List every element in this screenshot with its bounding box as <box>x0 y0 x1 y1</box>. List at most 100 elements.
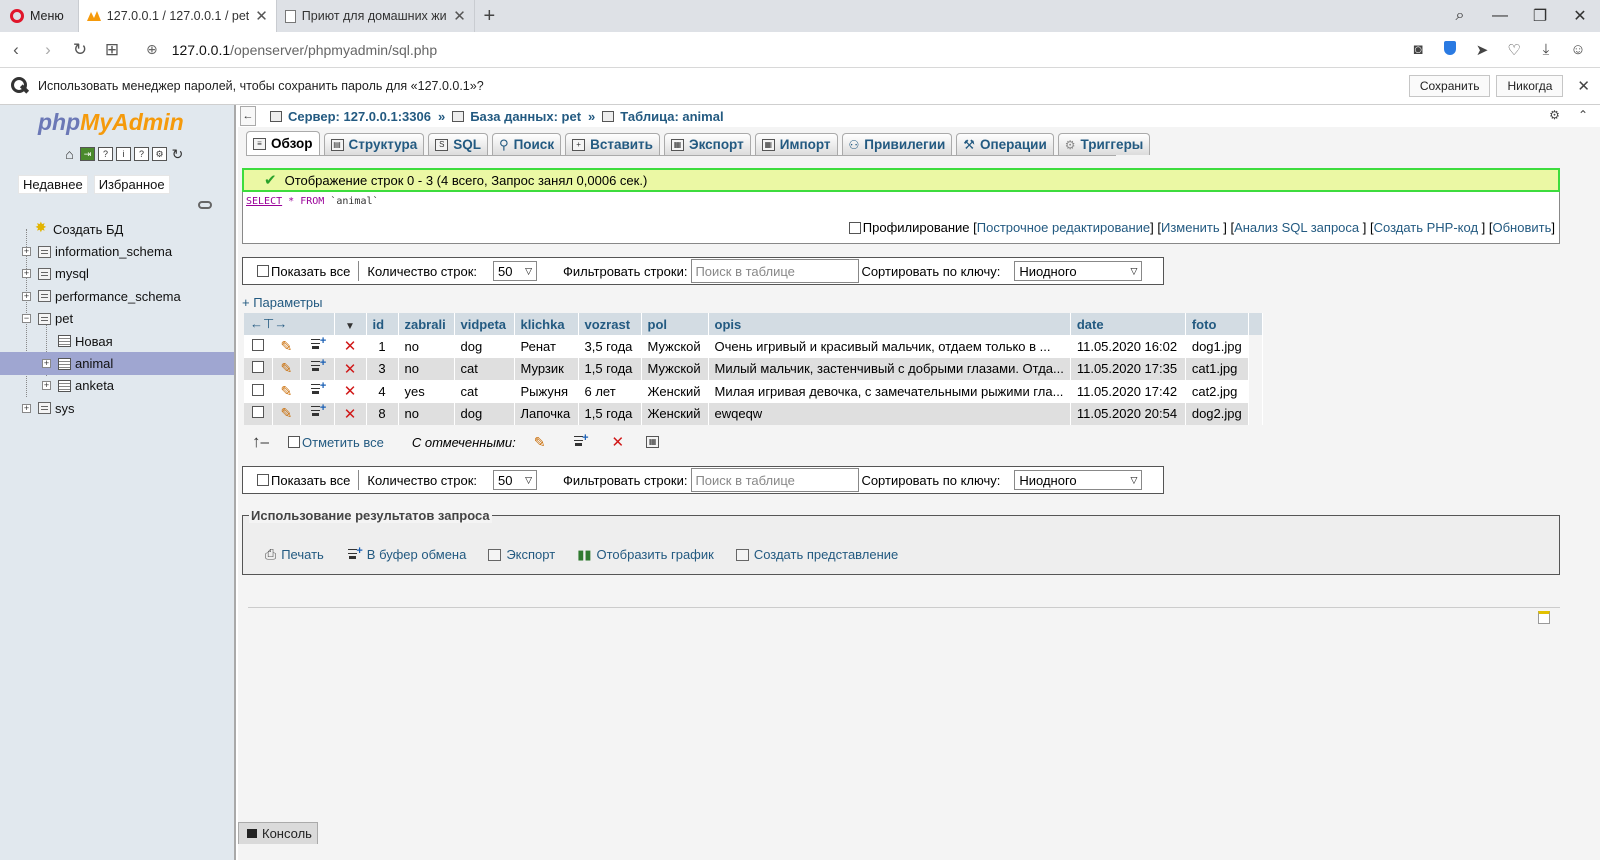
cell-zabrali[interactable]: no <box>398 357 455 380</box>
print-link[interactable]: ⎙ Печать <box>265 546 324 563</box>
sort-by-key-select[interactable]: Ниодного ▽ <box>1014 261 1143 281</box>
cell-klichka[interactable]: Ренат <box>514 335 579 358</box>
cell-id[interactable]: 1 <box>366 335 399 358</box>
column-header-opis[interactable]: opis <box>708 313 1071 335</box>
rows-count-select[interactable]: 50 ▽ <box>493 470 538 490</box>
cell-pol[interactable]: Женский <box>641 380 709 403</box>
copy-to-clipboard-link[interactable]: В буфер обмена <box>346 545 466 563</box>
tree-item-sys[interactable]: + sys <box>0 397 234 419</box>
breadcrumb-database[interactable]: База данных: pet <box>470 109 581 124</box>
new-tab-button[interactable]: + <box>473 0 504 32</box>
row-checkbox[interactable] <box>251 338 264 351</box>
exit-icon[interactable]: ⇥ <box>80 147 95 161</box>
close-password-bar-icon[interactable]: ✕ <box>1577 77 1590 95</box>
tab-structure[interactable]: ▤ Структура <box>323 133 425 155</box>
close-tab-icon[interactable]: ✕ <box>453 7 466 25</box>
expand-icon[interactable]: + <box>42 381 51 391</box>
tree-item-animal[interactable]: + animal <box>0 352 234 375</box>
cell-zabrali[interactable]: yes <box>398 380 455 403</box>
explain-sql-link[interactable]: Анализ SQL запроса <box>1234 220 1359 235</box>
cell-date[interactable]: 11.05.2020 17:35 <box>1070 357 1186 380</box>
filter-rows-input[interactable]: Поиск в таблице <box>691 468 860 492</box>
back-icon[interactable]: ‹ <box>0 40 32 60</box>
delete-row-icon[interactable]: ✕ <box>344 383 357 400</box>
save-password-button[interactable]: Сохранить <box>1408 75 1491 97</box>
cell-foto[interactable]: dog1.jpg <box>1185 335 1249 358</box>
check-all-link[interactable]: Отметить все <box>302 435 384 450</box>
cell-pol[interactable]: Женский <box>641 402 709 425</box>
settings-gear-icon[interactable]: ⚙ <box>1549 108 1560 122</box>
edit-row-icon[interactable]: ✎ <box>281 360 293 376</box>
row-checkbox[interactable] <box>251 361 264 374</box>
options-link[interactable]: + Параметры <box>242 295 323 310</box>
tab-triggers[interactable]: ⚙ Триггеры <box>1057 133 1151 155</box>
column-options-toggle[interactable]: ▼ <box>334 313 367 335</box>
copy-row-icon[interactable] <box>309 380 326 397</box>
bulk-export-icon[interactable]: ▦ <box>646 436 660 448</box>
tab-operations[interactable]: ⚒ Операции <box>956 133 1054 155</box>
breadcrumb-table[interactable]: Таблица: animal <box>620 109 723 124</box>
copy-row-icon[interactable] <box>309 335 326 352</box>
bulk-edit-icon[interactable]: ✎ <box>534 434 546 451</box>
cell-klichka[interactable]: Рыжуня <box>514 380 579 403</box>
cell-pol[interactable]: Мужской <box>641 335 709 358</box>
cell-klichka[interactable]: Лапочка <box>514 402 579 425</box>
docs-icon[interactable]: i <box>116 147 131 161</box>
home-icon[interactable]: ⌂ <box>62 147 77 161</box>
copy-row-icon[interactable] <box>309 402 326 419</box>
show-all-checkbox[interactable] <box>257 474 269 486</box>
maximize-window-icon[interactable]: ❐ <box>1520 6 1560 26</box>
cell-vidpeta[interactable]: cat <box>454 380 515 403</box>
cell-vidpeta[interactable]: cat <box>454 357 515 380</box>
column-header-pol[interactable]: pol <box>641 313 709 335</box>
browser-tab-shelter[interactable]: Приют для домашних жи ✕ <box>275 0 474 32</box>
favorite-tables-button[interactable]: Избранное <box>93 175 170 194</box>
console-toggle[interactable]: Консоль <box>238 822 318 844</box>
column-header-vozrast[interactable]: vozrast <box>578 313 642 335</box>
cell-id[interactable]: 3 <box>366 357 399 380</box>
phpmyadmin-logo[interactable]: phpMyAdmin <box>38 109 184 136</box>
tab-search[interactable]: ⚲ Поиск <box>492 133 562 155</box>
collapse-top-icon[interactable]: ⌃ <box>1578 108 1588 122</box>
cell-pol[interactable]: Мужской <box>641 357 709 380</box>
cell-foto[interactable]: dog2.jpg <box>1185 402 1249 425</box>
cell-opis[interactable]: Милая игривая девочка, с замечательными … <box>708 380 1071 403</box>
cell-id[interactable]: 8 <box>366 402 399 425</box>
link-with-main-panel-icon[interactable] <box>198 201 212 209</box>
filter-rows-input[interactable]: Поиск в таблице <box>691 259 860 283</box>
breadcrumb-server[interactable]: Сервер: 127.0.0.1:3306 <box>288 109 431 124</box>
cell-date[interactable]: 11.05.2020 17:42 <box>1070 380 1186 403</box>
expand-icon[interactable]: + <box>22 291 31 301</box>
cell-vozrast[interactable]: 3,5 года <box>578 335 642 358</box>
edit-row-icon[interactable]: ✎ <box>281 405 293 421</box>
reload-icon[interactable]: ↻ <box>64 40 96 60</box>
bulk-delete-icon[interactable]: ✕ <box>612 433 625 451</box>
settings-gear-icon[interactable]: ⚙ <box>152 147 167 161</box>
tree-item-mysql[interactable]: + mysql <box>0 263 234 285</box>
profile-icon[interactable]: ☺ <box>1564 41 1592 59</box>
expand-icon[interactable]: + <box>22 247 31 257</box>
url-field[interactable]: ⊕ 127.0.0.1/openserver/phpmyadmin/sql.ph… <box>146 41 437 58</box>
close-tab-icon[interactable]: ✕ <box>255 7 268 25</box>
browser-tab-phpmyadmin[interactable]: 127.0.0.1 / 127.0.0.1 / pet / ✕ <box>77 0 276 32</box>
create-view-link[interactable]: Создать представление <box>735 546 898 563</box>
delete-row-icon[interactable]: ✕ <box>344 338 357 355</box>
bulk-copy-icon[interactable] <box>572 432 589 449</box>
page-settings-icon[interactable] <box>1538 611 1550 624</box>
column-header-foto[interactable]: foto <box>1185 313 1249 335</box>
refresh-link[interactable]: Обновить <box>1493 220 1552 235</box>
create-php-code-link[interactable]: Создать PHP-код <box>1374 220 1478 235</box>
cell-date[interactable]: 11.05.2020 20:54 <box>1070 402 1186 425</box>
cell-opis[interactable]: Очень игривый и красивый мальчик, отдаем… <box>708 335 1071 358</box>
edit-row-icon[interactable]: ✎ <box>281 338 293 354</box>
cell-klichka[interactable]: Мурзик <box>514 357 579 380</box>
query-window-icon[interactable]: ? <box>98 147 113 161</box>
collapse-navigation-icon[interactable]: ← <box>240 106 256 126</box>
tree-item-create-db[interactable]: Создать БД <box>0 218 234 240</box>
never-save-password-button[interactable]: Никогда <box>1496 75 1564 97</box>
copy-row-icon[interactable] <box>309 357 326 374</box>
show-all-checkbox[interactable] <box>257 265 269 277</box>
speed-dial-icon[interactable]: ⊞ <box>96 40 128 60</box>
cell-foto[interactable]: cat1.jpg <box>1185 357 1249 380</box>
tree-item-performance-schema[interactable]: + performance_schema <box>0 285 234 307</box>
